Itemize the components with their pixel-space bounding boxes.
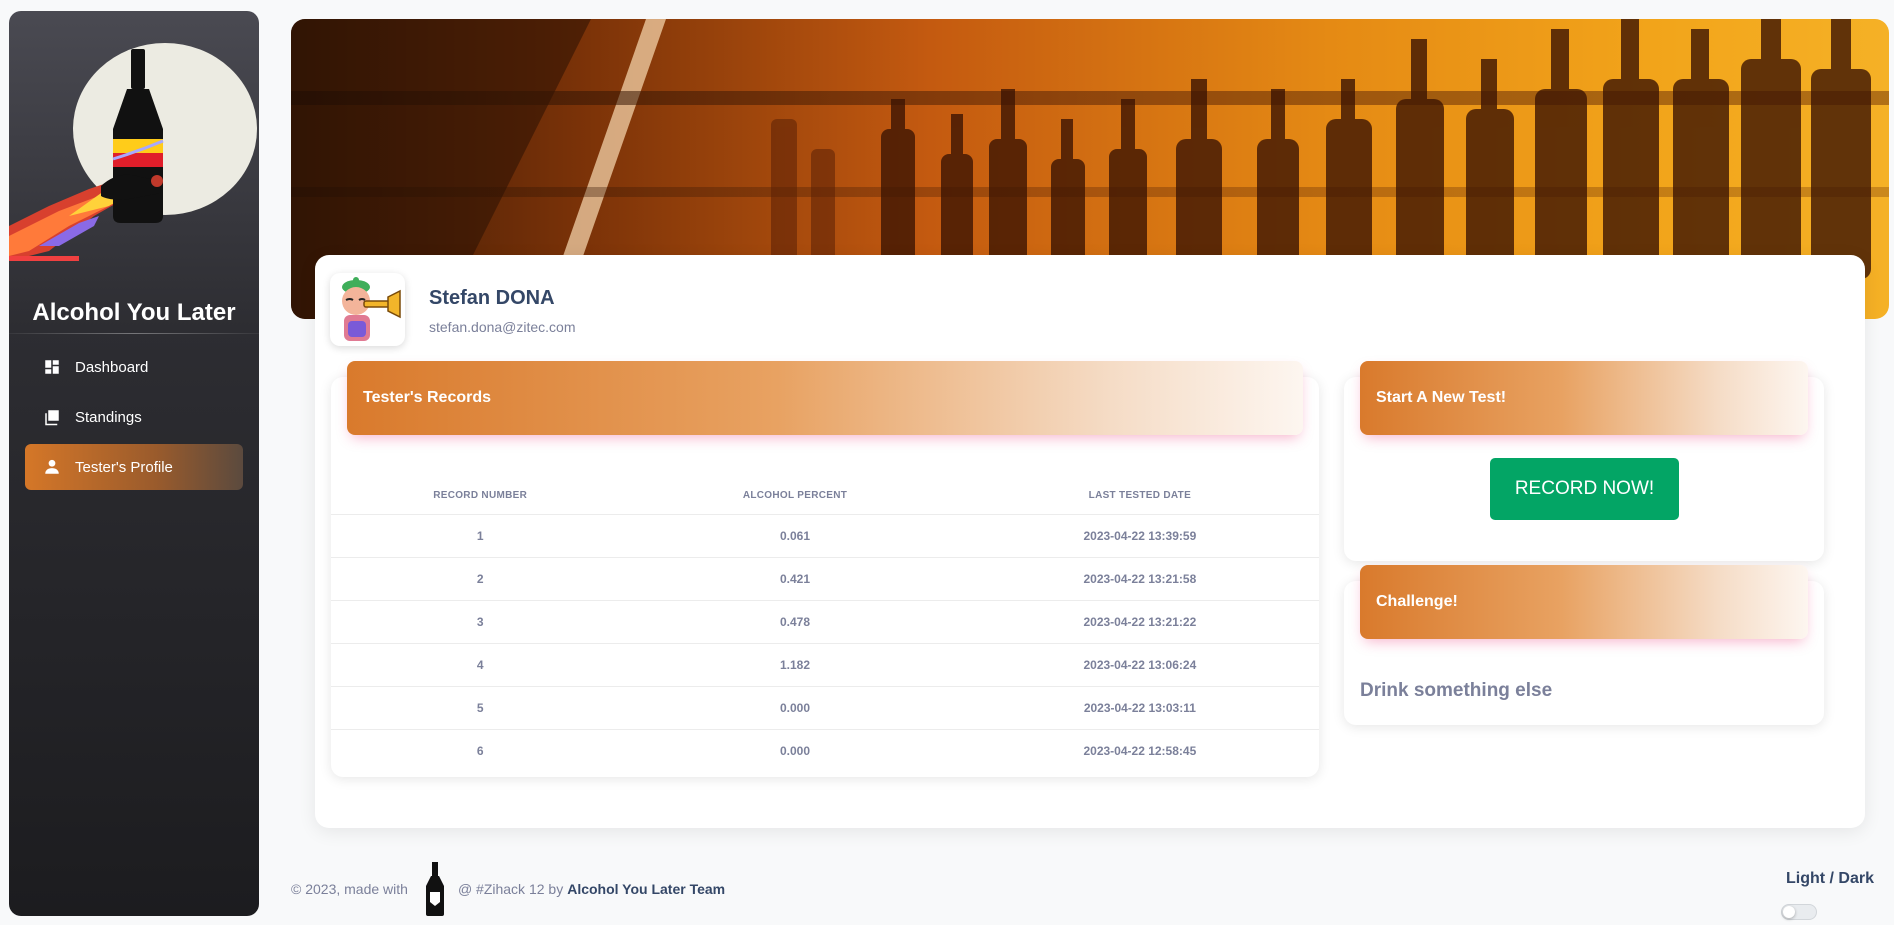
bottle-icon bbox=[424, 862, 446, 916]
sidebar-item-dashboard[interactable]: Dashboard bbox=[25, 344, 243, 390]
footer-event: @ #Zihack 12 by bbox=[457, 881, 564, 897]
table-row: 1 0.061 2023-04-22 13:39:59 bbox=[331, 514, 1319, 558]
toggle-knob bbox=[1783, 906, 1795, 918]
table-row: 2 0.421 2023-04-22 13:21:58 bbox=[331, 557, 1319, 601]
column-header-last-tested-date: Last Tested Date bbox=[960, 477, 1319, 515]
table-row: 3 0.478 2023-04-22 13:21:22 bbox=[331, 600, 1319, 644]
last-tested-date-cell: 2023-04-22 13:21:58 bbox=[960, 557, 1319, 601]
brand-divider bbox=[9, 333, 259, 334]
dashboard-icon bbox=[43, 358, 61, 376]
table-row: 4 1.182 2023-04-22 13:06:24 bbox=[331, 643, 1319, 687]
user-email: stefan.dona@zitec.com bbox=[429, 319, 576, 335]
table-header-row: Record Number Alcohol Percent Last Teste… bbox=[331, 477, 1319, 515]
sidebar: Alcohol You Later Dashboard Standings Te… bbox=[9, 11, 259, 916]
records-table: Record Number Alcohol Percent Last Teste… bbox=[331, 477, 1319, 772]
table-row: 5 0.000 2023-04-22 13:03:11 bbox=[331, 686, 1319, 730]
record-number-cell: 6 bbox=[476, 743, 484, 758]
challenge-card-header: Challenge! bbox=[1360, 565, 1808, 639]
sidebar-item-label: Dashboard bbox=[75, 358, 149, 376]
alcohol-percent-cell: 0.478 bbox=[629, 600, 961, 644]
footer-team-link[interactable]: Alcohol You Later Team bbox=[567, 881, 725, 897]
user-name: Stefan DONA bbox=[429, 287, 555, 309]
challenge-card: Challenge! Drink something else bbox=[1344, 565, 1824, 725]
standings-icon bbox=[43, 408, 61, 426]
last-tested-date-cell: 2023-04-22 12:58:45 bbox=[1083, 743, 1197, 758]
sidebar-item-label: Standings bbox=[75, 408, 142, 426]
profile-card: Stefan DONA stefan.dona@zitec.com Tester… bbox=[315, 255, 1865, 828]
column-header-alcohol-percent: Alcohol Percent bbox=[629, 477, 961, 515]
avatar bbox=[330, 273, 405, 346]
challenge-text: Drink something else bbox=[1360, 680, 1553, 701]
alcohol-percent-cell: 1.182 bbox=[629, 643, 961, 687]
alcohol-percent-cell: 0.421 bbox=[629, 557, 961, 601]
record-number-cell: 4 bbox=[331, 643, 630, 687]
record-now-button[interactable]: RECORD NOW! bbox=[1490, 458, 1679, 520]
new-test-card-header: Start A New Test! bbox=[1360, 361, 1808, 435]
person-icon bbox=[43, 458, 61, 476]
records-card: Tester's Records Record Number Alcohol P… bbox=[331, 361, 1319, 777]
alcohol-percent-cell: 0.061 bbox=[629, 514, 961, 558]
theme-toggle-label: Light / Dark bbox=[1786, 870, 1875, 887]
records-card-header: Tester's Records bbox=[347, 361, 1303, 435]
alcohol-percent-cell: 0.000 bbox=[629, 686, 961, 730]
record-number-cell: 2 bbox=[331, 557, 630, 601]
new-test-card: Start A New Test! RECORD NOW! bbox=[1344, 361, 1824, 561]
record-number-cell: 5 bbox=[331, 686, 630, 730]
brand-logo-image bbox=[9, 43, 257, 261]
sidebar-item-testers-profile[interactable]: Tester's Profile bbox=[25, 444, 243, 490]
last-tested-date-cell: 2023-04-22 13:06:24 bbox=[960, 643, 1319, 687]
brand-title: Alcohol You Later bbox=[32, 299, 236, 326]
table-row: 6 0.000 2023-04-22 12:58:45 bbox=[331, 729, 1319, 772]
alcohol-percent-cell: 0.000 bbox=[780, 743, 811, 758]
sidebar-nav: Dashboard Standings Tester's Profile bbox=[25, 344, 243, 494]
column-header-record-number: Record Number bbox=[331, 477, 630, 515]
last-tested-date-cell: 2023-04-22 13:03:11 bbox=[960, 686, 1319, 730]
last-tested-date-cell: 2023-04-22 13:21:22 bbox=[960, 600, 1319, 644]
theme-toggle-switch[interactable] bbox=[1781, 904, 1817, 920]
record-number-cell: 3 bbox=[331, 600, 630, 644]
footer-copyright: © 2023, made with bbox=[291, 881, 408, 897]
last-tested-date-cell: 2023-04-22 13:39:59 bbox=[960, 514, 1319, 558]
sidebar-item-label: Tester's Profile bbox=[75, 458, 173, 476]
footer: © 2023, made with @ #Zihack 12 by Alcoho… bbox=[291, 862, 725, 916]
record-number-cell: 1 bbox=[331, 514, 630, 558]
sidebar-item-standings[interactable]: Standings bbox=[25, 394, 243, 440]
